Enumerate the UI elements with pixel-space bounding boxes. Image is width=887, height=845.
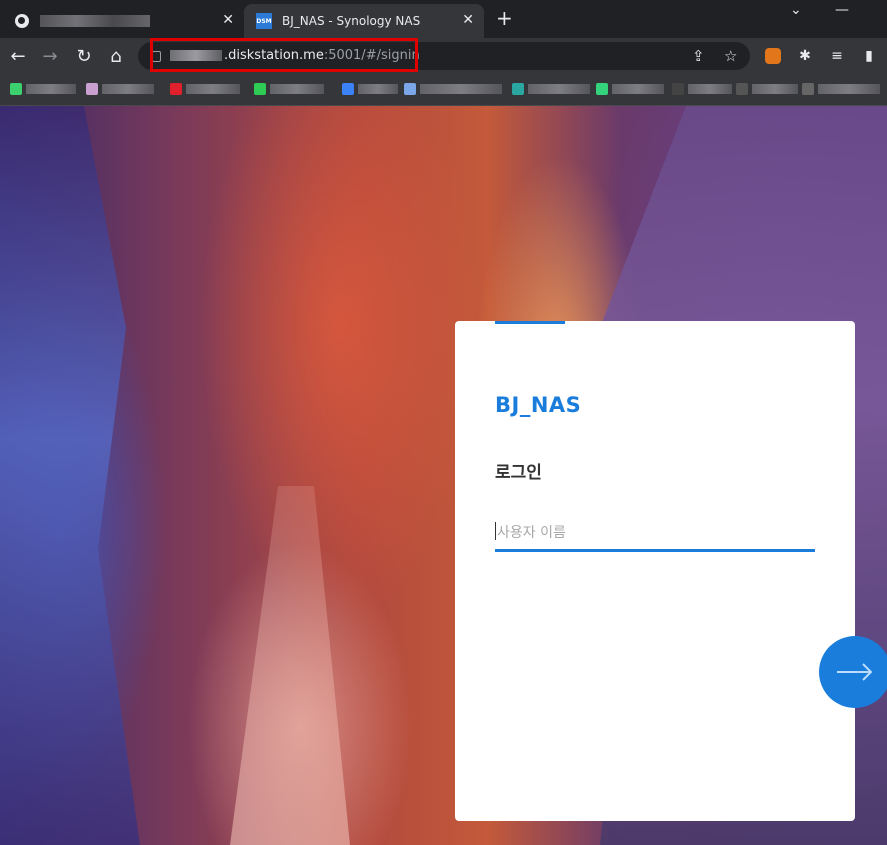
bookmark-item[interactable] <box>10 82 76 96</box>
globe-icon <box>14 13 30 29</box>
login-card: BJ_NAS 로그인 <box>455 321 855 821</box>
bookmark-item[interactable] <box>672 82 732 96</box>
text-caret <box>495 522 496 540</box>
bookmark-item[interactable] <box>512 82 590 96</box>
tab-title: BJ_NAS - Synology NAS <box>282 14 421 28</box>
username-input[interactable] <box>495 516 815 552</box>
reload-icon[interactable]: ↻ <box>72 44 96 68</box>
tab-strip: ✕ DSM BJ_NAS - Synology NAS ✕ + ⌄ — <box>0 0 887 38</box>
tab-inactive[interactable]: ✕ <box>0 4 244 38</box>
canyon-light-streak <box>230 486 350 845</box>
close-tab-icon[interactable]: ✕ <box>462 12 474 28</box>
media-control-icon[interactable]: ≡ <box>826 45 848 67</box>
home-icon[interactable]: ⌂ <box>104 44 128 68</box>
close-tab-icon[interactable]: ✕ <box>222 12 234 28</box>
tab-search-icon[interactable]: ⌄ <box>790 2 802 18</box>
minimize-icon[interactable]: — <box>835 2 849 18</box>
login-title: 로그인 <box>495 463 542 483</box>
url-highlight-box <box>150 38 418 72</box>
bookmark-star-icon[interactable]: ☆ <box>724 47 737 65</box>
back-icon[interactable]: ← <box>6 44 30 68</box>
bookmark-item[interactable] <box>86 82 154 96</box>
dsm-favicon-icon: DSM <box>256 13 272 29</box>
bookmark-item[interactable] <box>596 82 664 96</box>
bookmarks-bar <box>0 74 887 106</box>
bookmark-item[interactable] <box>254 82 324 96</box>
forward-icon[interactable]: → <box>38 44 62 68</box>
bookmark-item[interactable] <box>170 82 240 96</box>
bookmark-item[interactable] <box>802 82 880 96</box>
bookmark-item[interactable] <box>404 82 502 96</box>
bookmark-item[interactable] <box>342 82 398 96</box>
canyon-rock-left <box>0 106 140 845</box>
next-arrow-button[interactable] <box>819 636 887 708</box>
tab-active[interactable]: DSM BJ_NAS - Synology NAS ✕ <box>244 4 484 38</box>
side-panel-icon[interactable]: ▮ <box>858 45 880 67</box>
card-accent-bar <box>495 321 565 324</box>
share-icon[interactable]: ⇪ <box>692 47 705 65</box>
arrow-right-icon <box>837 663 873 681</box>
metamask-extension-icon[interactable] <box>762 45 784 67</box>
bookmark-item[interactable] <box>736 82 798 96</box>
new-tab-icon[interactable]: + <box>496 8 513 28</box>
tab-title-blurred <box>40 15 150 27</box>
extensions-puzzle-icon[interactable]: ✱ <box>794 45 816 67</box>
nas-name: BJ_NAS <box>495 393 582 417</box>
browser-toolbar: ← → ↻ ⌂ .diskstation.me:5001/#/signin ⇪ … <box>0 38 887 74</box>
